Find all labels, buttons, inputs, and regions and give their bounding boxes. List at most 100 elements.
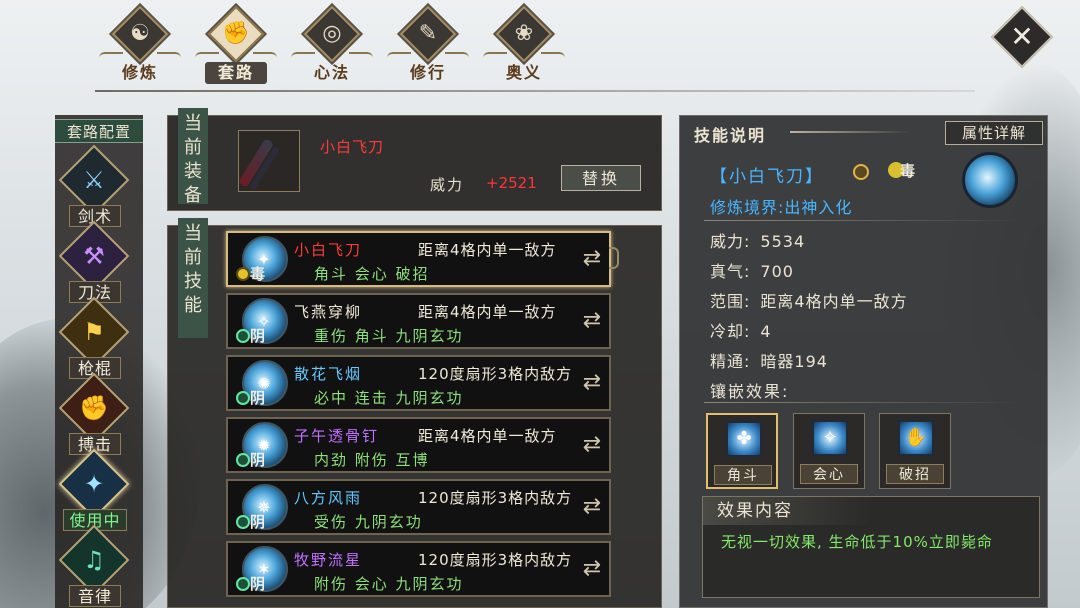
category-qianggun[interactable]: ⚑ 枪棍 [55, 296, 143, 379]
tab-taolu[interactable]: ✊ 套路 [191, 5, 281, 88]
skill-badge: 毒 [250, 265, 266, 283]
fist-icon: ✊ [79, 394, 109, 422]
inlay-gem-icon: ✋ [898, 420, 934, 456]
swap-icon[interactable]: ⇄ [578, 555, 606, 583]
skill-status-dot [236, 577, 250, 591]
weapon-slot[interactable] [237, 130, 300, 192]
close-button[interactable]: ✕ [990, 5, 1054, 69]
skill-tags: 重伤 角斗 九阴玄功 [314, 327, 464, 345]
tab-label: 套路 [205, 62, 267, 84]
yinyang-icon: ☯ [130, 21, 150, 46]
sword-icon: ⚔ [83, 166, 105, 194]
effect-text: 无视一切效果, 生命低于10%立即毙命 [721, 533, 993, 551]
category-label: 音律 [69, 585, 121, 607]
skill-status-dot [236, 329, 250, 343]
skill-row[interactable]: ✧ 阴 飞燕穿柳 距离4格内单一敌方 重伤 角斗 九阴玄功 ⇄ [226, 293, 611, 349]
inlay-slot[interactable]: ✧ 会心 [793, 413, 865, 489]
skill-status-dot [236, 453, 250, 467]
compass-badge-icon [853, 164, 869, 180]
stat-cooldown: 冷却: 4 [710, 322, 772, 341]
skill-tags: 附伤 会心 九阴玄功 [314, 575, 464, 593]
music-icon: ♫ [83, 546, 105, 574]
stat-range: 范围: 距离4格内单一敌方 [710, 292, 908, 311]
replace-button[interactable]: 替换 [561, 165, 641, 191]
skill-status-dot [236, 515, 250, 529]
tab-xinfa[interactable]: ◎ 心法 [287, 5, 377, 88]
hidden-weapon-icon: ✦ [83, 470, 105, 498]
skill-name: 牧野流星 [294, 551, 363, 569]
detail-header: 技能说明 [694, 126, 767, 145]
category-boji[interactable]: ✊ 搏击 [55, 372, 143, 455]
skill-detail-panel: 技能说明 属性详解 【小白飞刀】 毒 修炼境界:出神入化 威力: 5534 真气:… [679, 115, 1048, 608]
tab-label: 心法 [313, 63, 350, 82]
skill-range: 距离4格内单一敌方 [418, 427, 557, 445]
current-skills-panel: 当前技能 ✦ 毒 小白飞刀 距离4格内单一敌方 角斗 会心 破招 ⇄ ✧ 阴 飞… [167, 218, 662, 608]
swap-icon[interactable]: ⇄ [578, 493, 606, 521]
category-jianshu[interactable]: ⚔ 剑术 [55, 144, 143, 227]
cultivation-realm: 修炼境界:出神入化 [710, 198, 853, 217]
skill-badge: 阴 [250, 327, 266, 345]
tab-label: 修炼 [121, 63, 158, 82]
skill-badge: 阴 [250, 389, 266, 407]
skill-large-icon [962, 152, 1018, 208]
detail-skill-name: 【小白飞刀】 [710, 167, 824, 187]
inlay-gem-icon: ✤ [726, 421, 762, 457]
effect-title: 效果内容 [703, 497, 873, 525]
staff-icon: ⚑ [83, 318, 105, 346]
flying-knife-icon [237, 138, 275, 188]
skill-row[interactable]: ✺ 阴 散花飞烟 120度扇形3格内敌方 必中 连击 九阴玄功 ⇄ [226, 355, 611, 411]
sidebar-title: 套路配置 [55, 119, 143, 143]
attribute-detail-button[interactable]: 属性详解 [945, 121, 1043, 145]
poison-badge: 毒 [900, 162, 916, 180]
skill-badge: 阴 [250, 513, 266, 531]
current-equipment-panel: 当前装备 小白飞刀 威力 +2521 替换 [167, 108, 662, 211]
equipment-vertical-label: 当前装备 [178, 108, 208, 206]
skill-row[interactable]: ✵ 阴 八方风雨 120度扇形3格内敌方 受伤 九阴玄功 ⇄ [226, 479, 611, 535]
swap-icon[interactable]: ⇄ [578, 431, 606, 459]
tab-xiulian[interactable]: ☯ 修炼 [95, 5, 185, 88]
blade-icon: ⚒ [83, 242, 105, 270]
skill-name: 八方风雨 [294, 489, 363, 507]
inlay-label: 角斗 [714, 465, 772, 485]
swap-icon[interactable]: ⇄ [578, 245, 606, 273]
skill-name: 飞燕穿柳 [294, 303, 363, 321]
category-yinlv[interactable]: ♫ 音律 [55, 524, 143, 607]
skill-range: 120度扇形3格内敌方 [418, 365, 573, 383]
scroll-icon: ✎ [418, 21, 438, 46]
skill-range: 120度扇形3格内敌方 [418, 551, 573, 569]
stat-qi: 真气: 700 [710, 262, 794, 281]
skill-status-dot [236, 391, 250, 405]
lotus-icon: ❀ [514, 21, 534, 46]
swap-icon[interactable]: ⇄ [578, 369, 606, 397]
skill-status-dot [236, 267, 250, 281]
inlay-slot[interactable]: ✋ 破招 [879, 413, 951, 489]
skills-vertical-label: 当前技能 [178, 218, 208, 338]
weapon-name: 小白飞刀 [320, 138, 385, 156]
category-sidebar: 套路配置 ⚔ 剑术 ⚒ 刀法 ⚑ 枪棍 ✊ 搏击 ✦ 使用中 ♫ 音律 [55, 115, 143, 608]
inlay-slot[interactable]: ✤ 角斗 [706, 413, 778, 489]
power-label: 威力 [430, 176, 465, 194]
swap-icon[interactable]: ⇄ [578, 307, 606, 335]
tab-xiuxing[interactable]: ✎ 修行 [383, 5, 473, 88]
skill-tags: 受伤 九阴玄功 [314, 513, 423, 531]
top-divider [95, 90, 975, 92]
swirl-icon: ◎ [322, 21, 342, 46]
inlay-title: 镶嵌效果: [710, 382, 790, 401]
skill-name: 散花飞烟 [294, 365, 363, 383]
inlay-label: 破招 [886, 464, 944, 484]
stat-mastery: 精通: 暗器194 [710, 352, 828, 371]
skill-row[interactable]: ✹ 阴 子午透骨钉 距离4格内单一敌方 内劲 附伤 互博 ⇄ [226, 417, 611, 473]
tab-aoyi[interactable]: ❀ 奥义 [479, 5, 569, 88]
top-tab-bar: ☯ 修炼 ✊ 套路 ◎ 心法 ✎ 修行 ❀ 奥义 [95, 5, 575, 88]
category-anqi-in-use[interactable]: ✦ 使用中 [55, 448, 143, 531]
skill-tags: 必中 连击 九阴玄功 [314, 389, 464, 407]
skill-name: 小白飞刀 [294, 241, 363, 259]
tab-label: 奥义 [505, 63, 542, 82]
skill-row[interactable]: ✦ 毒 小白飞刀 距离4格内单一敌方 角斗 会心 破招 ⇄ [226, 231, 619, 287]
skill-range: 120度扇形3格内敌方 [418, 489, 573, 507]
skill-row[interactable]: ✶ 阴 牧野流星 120度扇形3格内敌方 附伤 会心 九阴玄功 ⇄ [226, 541, 611, 597]
fist-icon: ✊ [222, 21, 250, 46]
skill-range: 距离4格内单一敌方 [418, 241, 557, 259]
category-daofa[interactable]: ⚒ 刀法 [55, 220, 143, 303]
effect-box: 效果内容 无视一切效果, 生命低于10%立即毙命 [702, 496, 1040, 598]
